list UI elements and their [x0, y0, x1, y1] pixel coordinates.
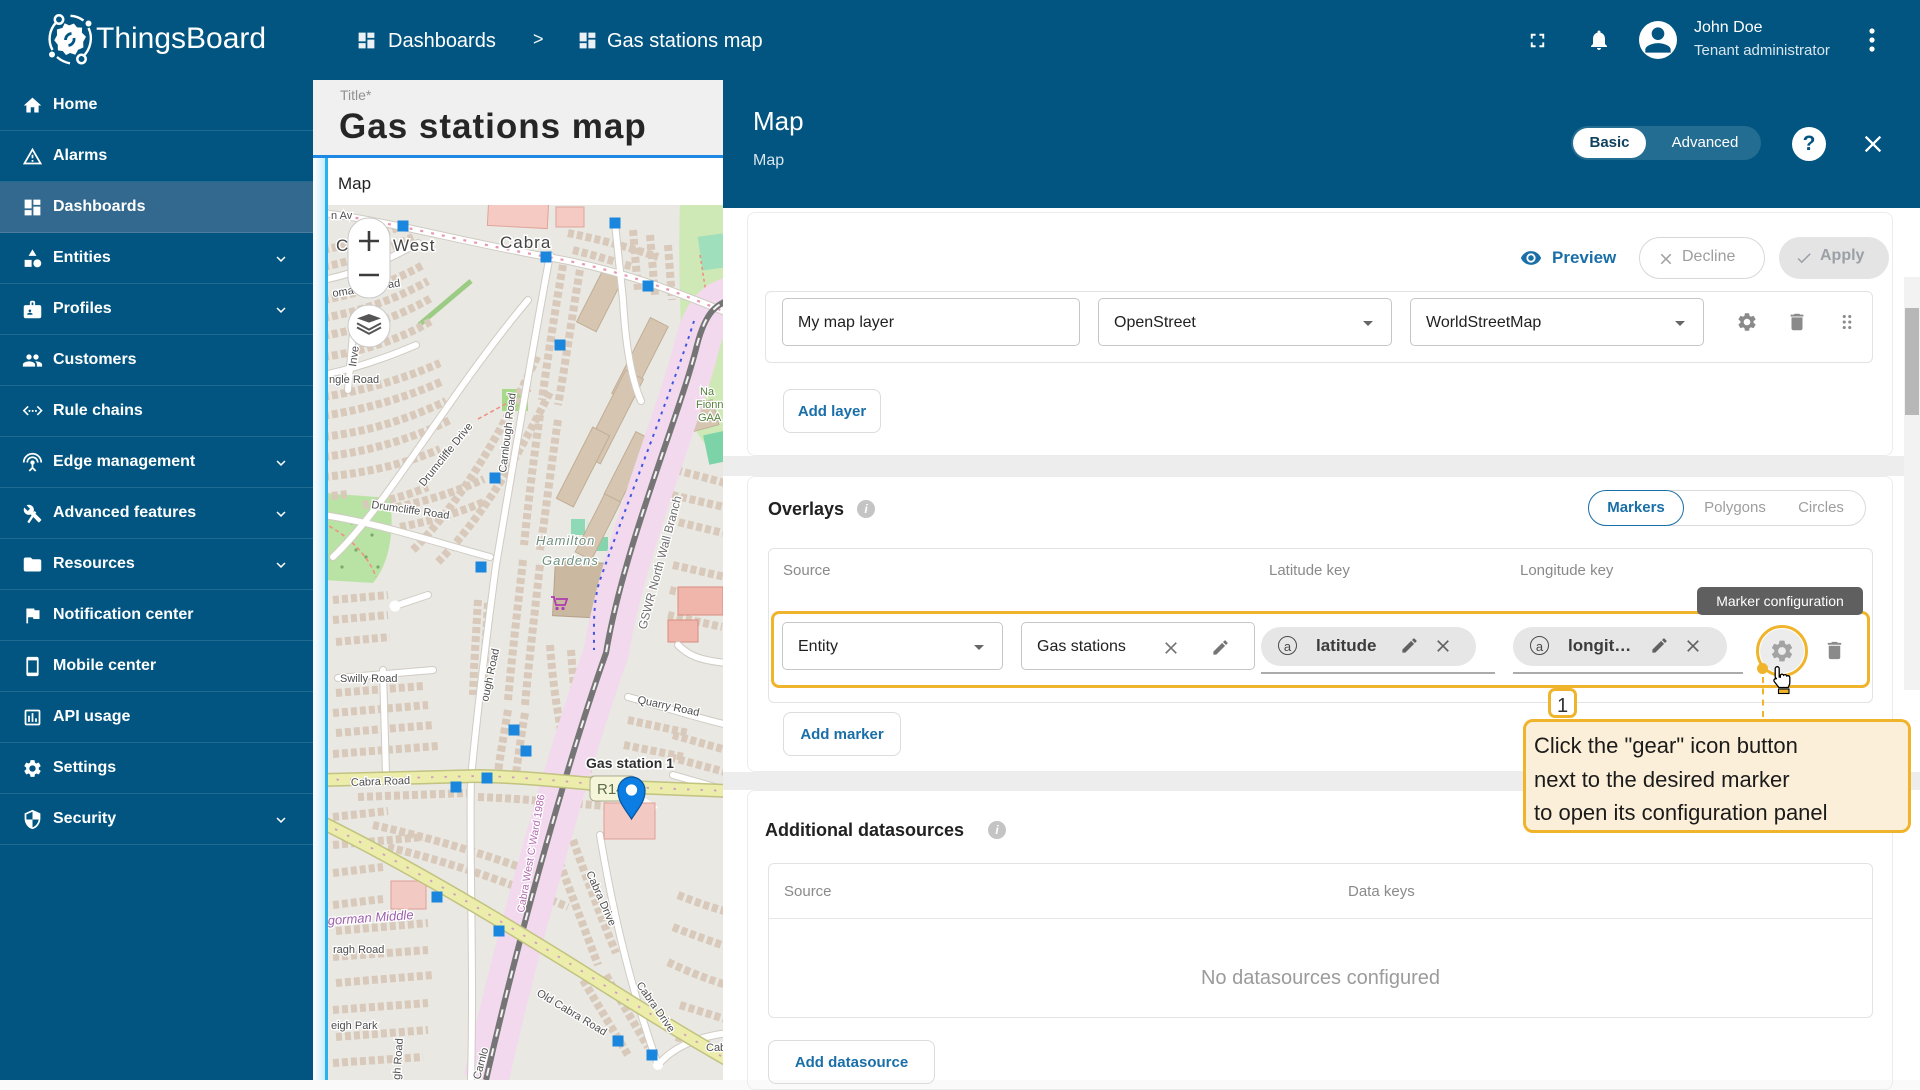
svg-text:Gardens: Gardens	[542, 553, 599, 568]
svg-text:Cabra: Cabra	[706, 1042, 723, 1054]
svg-text:ragh Road: ragh Road	[333, 944, 384, 956]
svg-text:Na: Na	[700, 386, 715, 398]
svg-text:Swilly Road: Swilly Road	[340, 673, 397, 685]
svg-text:ngle Road: ngle Road	[329, 374, 379, 386]
svg-text:GAA: GAA	[698, 412, 722, 424]
svg-text:Hamilton: Hamilton	[536, 533, 595, 548]
svg-text:Cabra: Cabra	[500, 233, 551, 252]
svg-text:Gas station 1: Gas station 1	[586, 755, 674, 771]
svg-text:eigh Park: eigh Park	[331, 1020, 378, 1032]
svg-text:n Av: n Av	[331, 210, 353, 222]
svg-text:Fionn: Fionn	[696, 399, 723, 411]
svg-text:Cabra Road: Cabra Road	[351, 775, 411, 789]
